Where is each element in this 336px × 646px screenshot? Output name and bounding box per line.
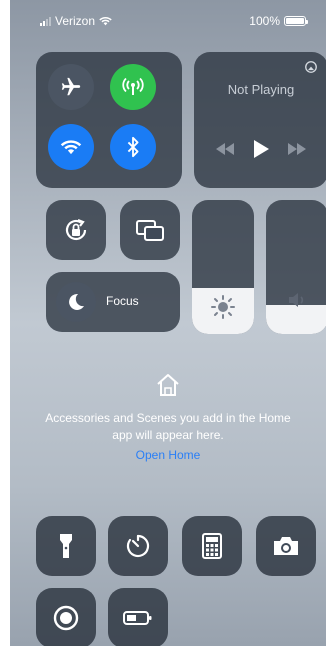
now-playing-title: Not Playing — [227, 82, 295, 97]
sun-icon — [211, 295, 235, 319]
rotation-lock-icon — [65, 218, 87, 241]
camera-button[interactable] — [256, 516, 316, 576]
wifi-status-icon — [99, 16, 112, 26]
camera-icon — [274, 537, 298, 555]
open-home-link[interactable]: Open Home — [136, 448, 201, 462]
next-track-icon[interactable] — [288, 143, 307, 155]
status-left: Verizon — [40, 14, 112, 28]
wifi-toggle[interactable] — [48, 124, 94, 170]
moon-icon — [69, 293, 84, 310]
battery-icon — [284, 16, 308, 26]
status-bar: Verizon 100% — [10, 14, 326, 28]
connectivity-panel — [36, 52, 182, 188]
now-playing-panel[interactable]: Not Playing — [194, 52, 326, 188]
volume-icon-wrap — [266, 292, 326, 308]
cellular-data-toggle[interactable] — [110, 64, 156, 110]
signal-icon — [40, 16, 51, 26]
previous-track-icon[interactable] — [215, 143, 234, 155]
low-power-mode-button[interactable] — [108, 588, 168, 646]
airplane-icon — [61, 77, 81, 96]
home-section: Accessories and Scenes you add in the Ho… — [10, 372, 326, 464]
brightness-icon-wrap — [192, 294, 254, 320]
focus-icon-circle — [56, 282, 96, 322]
calculator-icon — [202, 533, 222, 559]
home-icon-wrap — [10, 372, 326, 398]
flashlight-button[interactable] — [36, 516, 96, 576]
speaker-icon — [289, 293, 304, 307]
flashlight-icon — [60, 534, 72, 558]
status-right: 100% — [249, 14, 308, 28]
play-icon[interactable] — [253, 140, 269, 158]
home-icon — [157, 374, 179, 396]
timer-button[interactable] — [108, 516, 168, 576]
wifi-icon — [60, 140, 82, 155]
battery-percent: 100% — [249, 14, 280, 28]
screen-mirroring-icon — [136, 220, 164, 241]
focus-button[interactable]: Focus — [46, 272, 180, 332]
rotation-lock-button[interactable] — [46, 200, 106, 260]
carrier-label: Verizon — [55, 14, 96, 28]
brightness-slider[interactable] — [192, 200, 254, 334]
screen-recording-button[interactable] — [36, 588, 96, 646]
record-icon — [53, 605, 79, 631]
control-center: Verizon 100% Not Playing Focus Accessori… — [10, 0, 326, 646]
home-message: Accessories and Scenes you add in the Ho… — [45, 411, 291, 442]
bluetooth-toggle[interactable] — [110, 124, 156, 170]
screen-mirroring-button[interactable] — [120, 200, 180, 260]
volume-level — [266, 304, 326, 334]
airplay-icon[interactable] — [304, 60, 318, 74]
battery-icon-tile — [123, 611, 152, 625]
volume-slider[interactable] — [266, 200, 326, 334]
playback-controls — [194, 140, 326, 158]
antenna-icon — [122, 77, 144, 95]
focus-label: Focus — [106, 294, 139, 308]
timer-icon — [126, 534, 150, 558]
calculator-button[interactable] — [182, 516, 242, 576]
airplane-mode-toggle[interactable] — [48, 64, 94, 110]
bluetooth-icon — [127, 136, 139, 158]
